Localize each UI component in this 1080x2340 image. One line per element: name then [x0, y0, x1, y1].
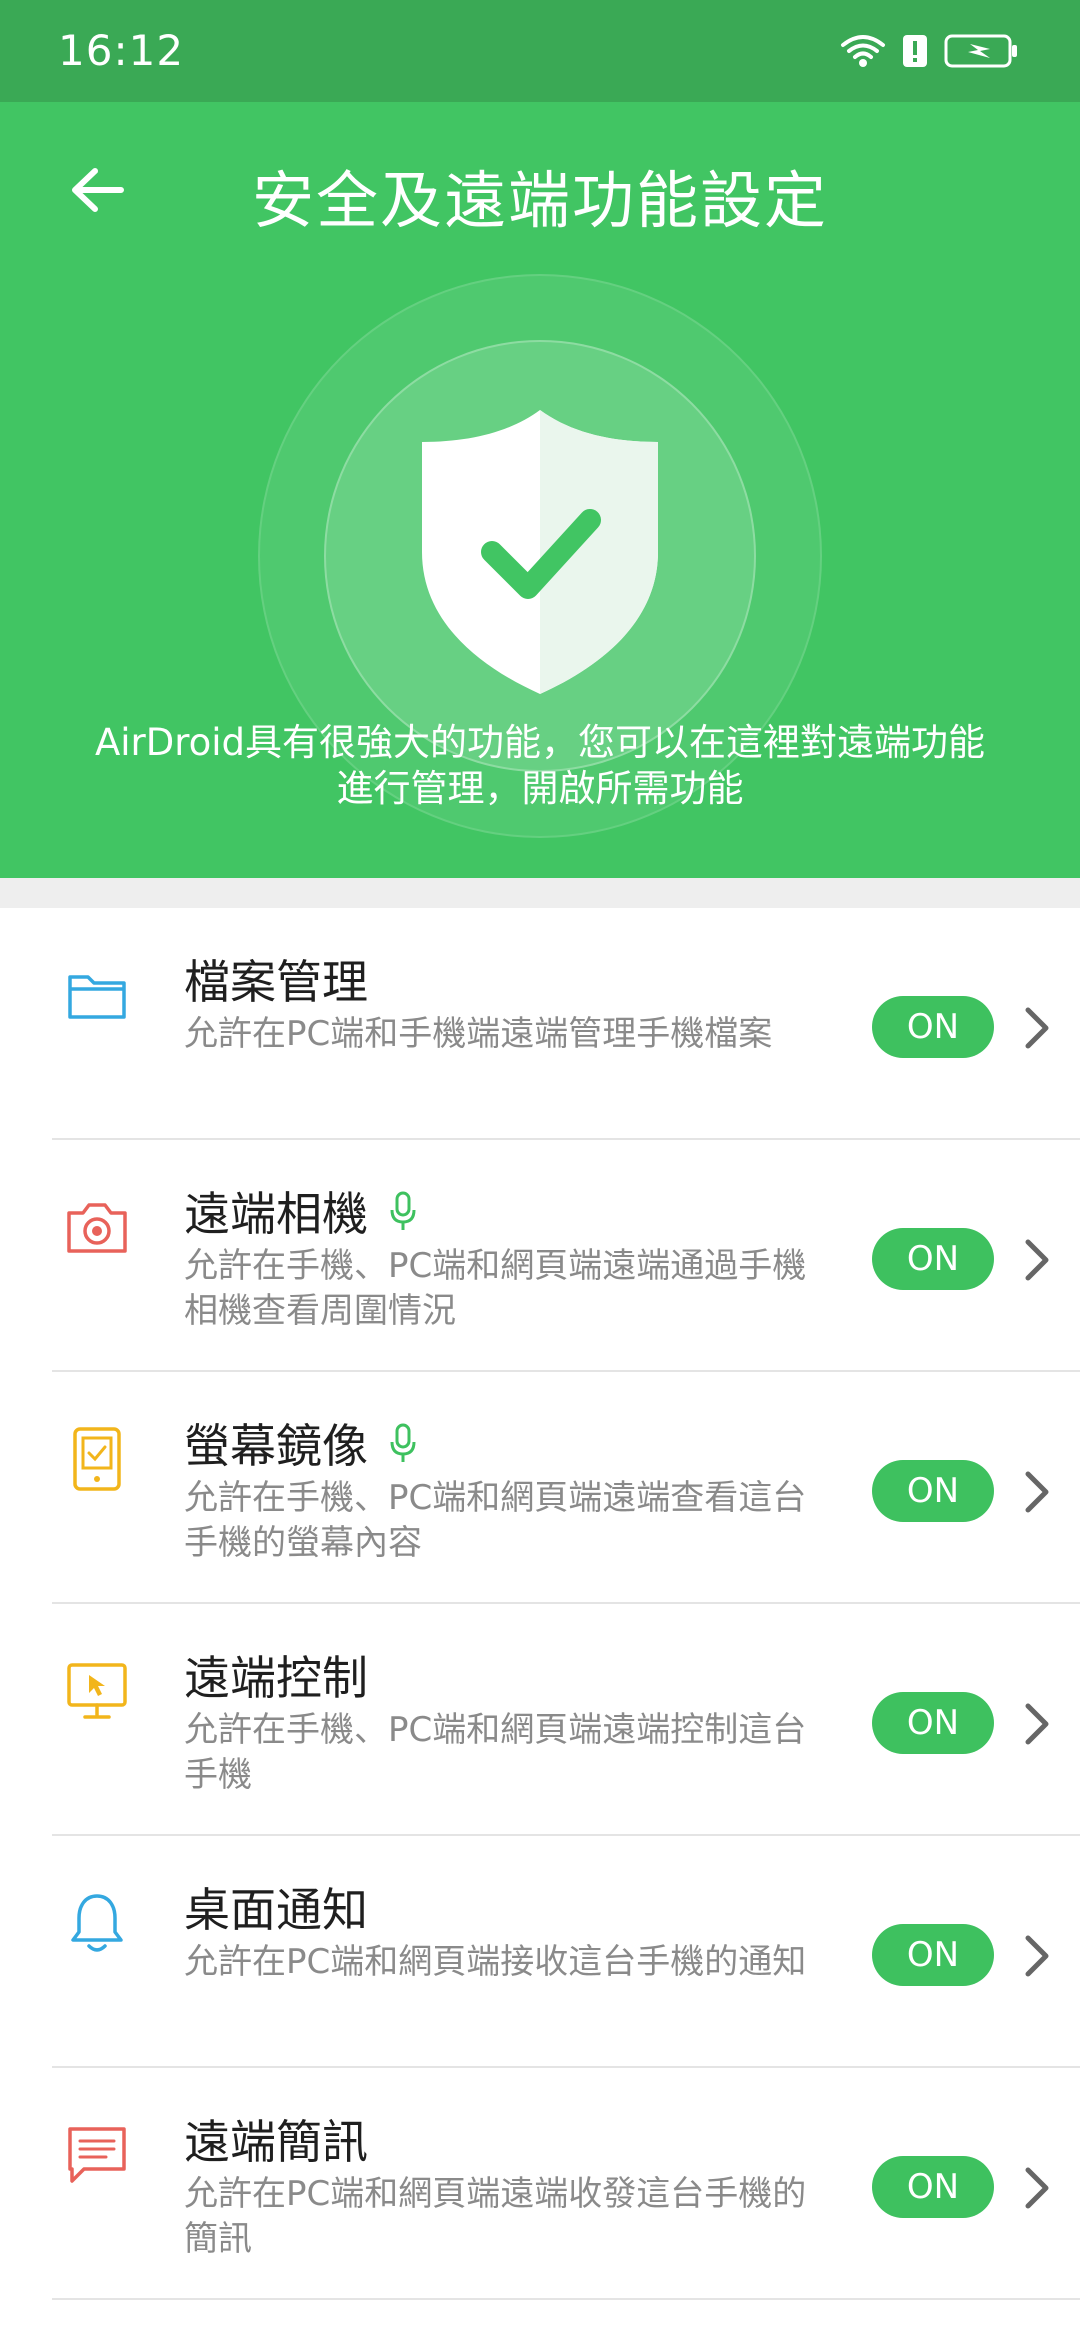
battery-icon	[944, 34, 1017, 68]
feature-row-desktop-notifications[interactable]: 桌面通知 允許在PC端和網頁端接收這台手機的通知 ON	[0, 1836, 1080, 2068]
feature-description: 允許在手機、PC端和網頁端遠端通過手機相機查看周圍情況	[184, 1246, 807, 1331]
feature-title-text: 遠端簡訊	[184, 2115, 368, 2169]
screen-mirroring-toggle[interactable]: ON	[872, 1460, 994, 1522]
feature-title: 桌面通知	[184, 1874, 368, 1940]
microphone-icon	[390, 1191, 416, 1230]
feature-row-remote-sms[interactable]: 遠端簡訊 允許在PC端和網頁端遠端收發這台手機的簡訊 ON	[0, 2068, 1080, 2300]
chevron-right-icon[interactable]	[1022, 1236, 1052, 1284]
file-management-toggle[interactable]: ON	[872, 996, 994, 1058]
feature-title: 檔案管理	[184, 946, 368, 1012]
remote-sms-toggle[interactable]: ON	[872, 2156, 994, 2218]
shield-check-icon	[422, 410, 658, 694]
status-bar: 16:12	[0, 0, 1080, 102]
section-divider	[0, 878, 1080, 908]
feature-title-text: 桌面通知	[184, 1883, 368, 1937]
feature-title: 螢幕鏡像	[184, 1410, 418, 1476]
monitor-cursor-icon	[60, 1654, 134, 1728]
hero-description: AirDroid具有很強大的功能，您可以在這裡對遠端功能進行管理，開啟所需功能	[94, 721, 986, 810]
remote-control-toggle[interactable]: ON	[872, 1692, 994, 1754]
feature-description: 允許在PC端和網頁端遠端收發這台手機的簡訊	[184, 2174, 807, 2259]
microphone-icon	[390, 1423, 416, 1462]
feature-title: 遠端相機	[184, 1178, 418, 1244]
desktop-notifications-toggle[interactable]: ON	[872, 1924, 994, 1986]
feature-title-text: 檔案管理	[184, 955, 368, 1009]
feature-title-text: 螢幕鏡像	[184, 1419, 368, 1473]
feature-title: 遠端控制	[184, 1642, 368, 1708]
alert-icon	[903, 35, 927, 67]
chevron-right-icon[interactable]	[1022, 1932, 1052, 1980]
feature-row-screen-mirroring[interactable]: 螢幕鏡像 允許在手機、PC端和網頁端遠端查看這台手機的螢幕內容 ON	[0, 1372, 1080, 1604]
camera-icon	[60, 1190, 134, 1264]
feature-title: 遠端簡訊	[184, 2106, 368, 2172]
feature-list: 檔案管理 允許在PC端和手機端遠端管理手機檔案 ON 遠端相機 允許在手機、PC…	[0, 908, 1080, 2300]
feature-row-file-management[interactable]: 檔案管理 允許在PC端和手機端遠端管理手機檔案 ON	[0, 908, 1080, 1140]
feature-title-text: 遠端控制	[184, 1651, 368, 1705]
feature-row-remote-control[interactable]: 遠端控制 允許在手機、PC端和網頁端遠端控制這台手機 ON	[0, 1604, 1080, 1836]
feature-title-text: 遠端相機	[184, 1187, 368, 1241]
folder-icon	[60, 958, 134, 1032]
feature-description: 允許在PC端和手機端遠端管理手機檔案	[184, 1014, 773, 1054]
wifi-icon	[841, 35, 885, 67]
chevron-right-icon[interactable]	[1022, 1700, 1052, 1748]
message-icon	[60, 2118, 134, 2192]
bell-icon	[60, 1886, 134, 1960]
remote-camera-toggle[interactable]: ON	[872, 1228, 994, 1290]
feature-row-remote-camera[interactable]: 遠端相機 允許在手機、PC端和網頁端遠端通過手機相機查看周圍情況 ON	[0, 1140, 1080, 1372]
feature-description: 允許在PC端和網頁端接收這台手機的通知	[184, 1942, 807, 1982]
status-icons	[840, 28, 1020, 74]
chevron-right-icon[interactable]	[1022, 2164, 1052, 2212]
row-divider	[52, 2298, 1080, 2300]
chevron-right-icon[interactable]	[1022, 1004, 1052, 1052]
feature-description: 允許在手機、PC端和網頁端遠端查看這台手機的螢幕內容	[184, 1478, 807, 1563]
feature-description: 允許在手機、PC端和網頁端遠端控制這台手機	[184, 1710, 807, 1795]
chevron-right-icon[interactable]	[1022, 1468, 1052, 1516]
phone-screen-icon	[60, 1422, 134, 1496]
status-time: 16:12	[58, 26, 185, 75]
page-title: 安全及遠端功能設定	[251, 164, 828, 237]
hero-header: 安全及遠端功能設定 AirDroid具有很強大的功能，您可以在這裡對遠端功能進行…	[0, 102, 1080, 878]
